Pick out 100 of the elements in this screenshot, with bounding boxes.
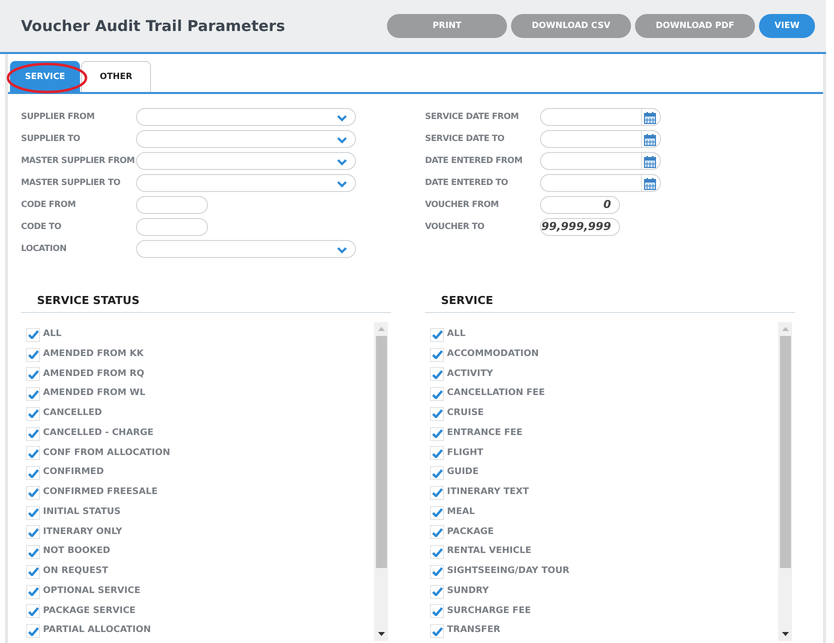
checkbox[interactable]: [26, 328, 40, 342]
checkbox-label: PACKAGE SERVICE: [43, 604, 136, 618]
checkbox-label: ALL: [447, 328, 466, 342]
checkbox[interactable]: [26, 367, 40, 382]
action-button[interactable]: PRINT: [387, 14, 507, 38]
checkbox-label: ENTRANCE FEE: [447, 426, 523, 440]
input-field[interactable]: [136, 218, 208, 236]
checkbox[interactable]: [430, 406, 444, 421]
checkbox-label: ACCOMMODATION: [447, 348, 539, 361]
checkmark-icon: [432, 350, 442, 360]
action-button[interactable]: DOWNLOAD PDF: [635, 14, 755, 38]
checkbox[interactable]: [430, 604, 444, 618]
checkbox[interactable]: [26, 506, 40, 520]
checkbox[interactable]: [26, 426, 40, 441]
checkbox[interactable]: [26, 446, 40, 460]
checkbox[interactable]: [430, 584, 444, 599]
checkbox-label: RENTAL VEHICLE: [447, 545, 532, 558]
checkbox[interactable]: [430, 506, 444, 520]
checkbox[interactable]: [26, 486, 40, 500]
field-label: SERVICE DATE FROM: [425, 110, 520, 124]
checkmark-icon: [432, 488, 442, 498]
checkbox[interactable]: [26, 564, 40, 579]
checkbox-label: PARTIAL ALLOCATION: [43, 624, 151, 638]
checkbox[interactable]: [430, 466, 444, 480]
input-field[interactable]: 0: [540, 196, 620, 214]
dropdown-field[interactable]: [136, 108, 356, 126]
checkbox[interactable]: [26, 584, 40, 599]
checkbox-label: ALL: [43, 328, 62, 342]
checkmark-icon: [28, 528, 38, 537]
scrollbar[interactable]: [778, 322, 792, 641]
checkbox[interactable]: [430, 348, 444, 362]
checkbox[interactable]: [430, 446, 444, 460]
tab[interactable]: OTHER: [81, 61, 151, 92]
scrollbar[interactable]: [374, 322, 388, 641]
checkbox[interactable]: [430, 624, 444, 638]
checkbox-label: ACTIVITY: [447, 368, 494, 381]
checkbox-label: SIGHTSEEING/DAY TOUR: [447, 565, 570, 578]
checkbox[interactable]: [430, 564, 444, 579]
checkmark-icon: [432, 448, 442, 458]
checkmark-icon: [28, 330, 38, 340]
checkbox[interactable]: [430, 367, 444, 382]
date-field[interactable]: [540, 174, 661, 192]
checkbox[interactable]: [26, 466, 40, 480]
chevron-down-icon: [337, 115, 347, 122]
checkbox-label: INITIAL STATUS: [43, 506, 121, 519]
checkbox-label: AMENDED FROM RQ: [43, 368, 144, 381]
checkbox-label: TRANSFER: [447, 624, 500, 638]
field-label: LOCATION: [21, 242, 68, 256]
checkmark-icon: [28, 448, 38, 458]
view-button[interactable]: VIEW: [759, 14, 815, 38]
field-label: SUPPLIER TO: [21, 132, 82, 146]
field-label: CODE FROM: [21, 198, 77, 212]
checkmark-icon: [432, 606, 442, 616]
action-button[interactable]: DOWNLOAD CSV: [511, 14, 631, 38]
calendar-icon[interactable]: [644, 112, 656, 124]
scrollbar-thumb[interactable]: [376, 336, 386, 568]
checkbox-label: CONFIRMED: [43, 466, 104, 480]
checkbox-label: CANCELLED - CHARGE: [43, 426, 154, 440]
checkmark-icon: [432, 429, 442, 438]
calendar-icon[interactable]: [644, 178, 656, 190]
checkmark-icon: [28, 626, 38, 636]
checkbox-label: CONFIRMED FREESALE: [43, 486, 158, 500]
date-field[interactable]: [540, 152, 661, 170]
checkbox[interactable]: [430, 387, 444, 402]
field-label: MASTER SUPPLIER FROM: [21, 154, 136, 168]
checkbox[interactable]: [26, 545, 40, 560]
checkbox-label: PACKAGE: [447, 526, 494, 539]
section-heading: SERVICE: [441, 294, 494, 307]
checkbox[interactable]: [430, 426, 444, 441]
checkmark-icon: [28, 350, 38, 360]
checkbox[interactable]: [26, 387, 40, 402]
checkbox[interactable]: [26, 406, 40, 421]
dropdown-field[interactable]: [136, 240, 356, 258]
checkbox[interactable]: [430, 486, 444, 500]
input-field[interactable]: [136, 196, 208, 214]
checkbox[interactable]: [26, 624, 40, 638]
dropdown-field[interactable]: [136, 174, 356, 192]
checkbox[interactable]: [430, 328, 444, 342]
checkbox[interactable]: [430, 545, 444, 560]
date-field[interactable]: [540, 130, 661, 148]
calendar-icon[interactable]: [644, 134, 656, 146]
dropdown-field[interactable]: [136, 152, 356, 170]
date-field[interactable]: [540, 108, 661, 126]
field-label: DATE ENTERED TO: [425, 176, 509, 190]
checkmark-icon: [432, 528, 442, 537]
checkbox[interactable]: [26, 604, 40, 618]
checkbox[interactable]: [26, 525, 40, 540]
checkmark-icon: [432, 567, 442, 576]
calendar-icon[interactable]: [644, 156, 656, 168]
input-field[interactable]: 99,999,999: [540, 218, 620, 236]
checkmark-icon: [432, 330, 442, 340]
scroll-down-icon[interactable]: [782, 632, 788, 636]
checkbox[interactable]: [26, 348, 40, 362]
scrollbar-thumb[interactable]: [780, 336, 790, 568]
dropdown-field[interactable]: [136, 130, 356, 148]
checkbox-label: MEAL: [447, 506, 475, 519]
checkbox[interactable]: [430, 525, 444, 540]
field-label: VOUCHER FROM: [425, 198, 500, 212]
section-heading: SERVICE STATUS: [37, 294, 140, 307]
scroll-down-icon[interactable]: [378, 632, 384, 636]
